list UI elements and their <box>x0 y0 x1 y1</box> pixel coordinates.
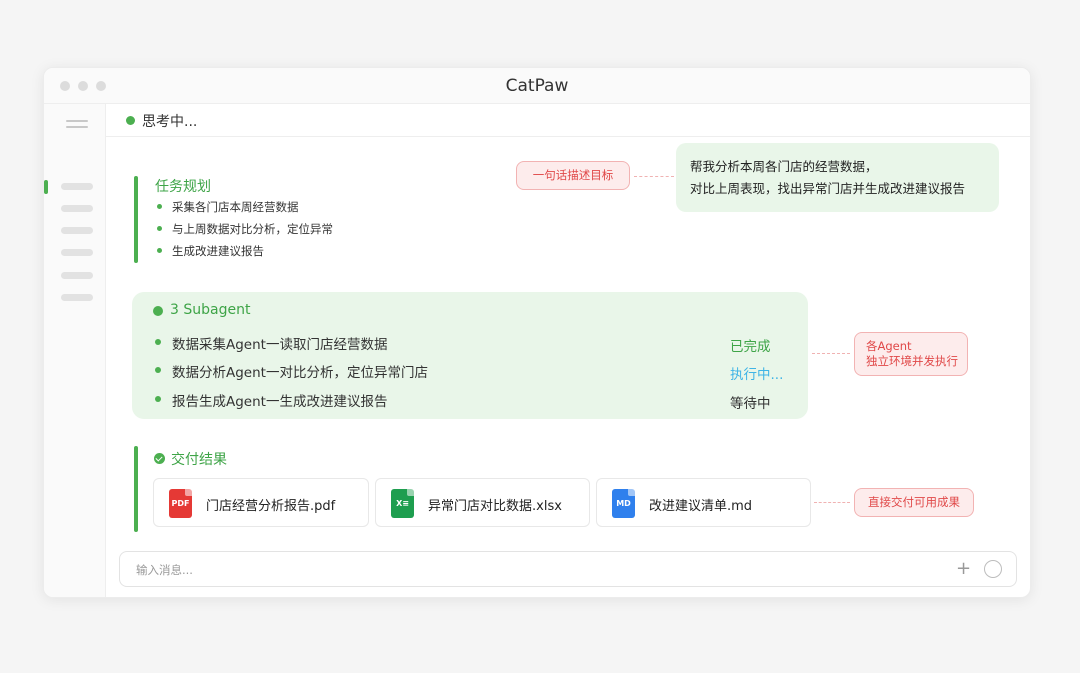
callout-connector <box>812 353 850 354</box>
subagent-row: 数据分析Agent一对比分析，定位异常门店 执行中... <box>155 359 785 383</box>
app-title: CatPaw <box>505 76 569 96</box>
pdf-file-icon: PDF <box>169 489 192 518</box>
subagent-status: 执行中... <box>730 367 784 383</box>
plan-list: 采集各门店本周经营数据 与上周数据对比分析，定位异常 生成改进建议报告 <box>155 199 333 265</box>
results-section-bar <box>134 446 138 532</box>
file-card-md[interactable]: MD 改进建议清单.md <box>596 478 811 527</box>
callout-agents: 各Agent 独立环境并发执行 <box>854 332 968 376</box>
callout-connector <box>634 176 674 177</box>
app-window: CatPaw 思考中... 任务规划 采集各门店本周经营数据 与上周数据对比分析… <box>43 67 1031 598</box>
status-bar: 思考中... <box>106 104 1030 137</box>
subagent-dot-icon <box>153 306 163 316</box>
file-card-xlsx[interactable]: X≡ 异常门店对比数据.xlsx <box>375 478 590 527</box>
user-message-bubble: 帮我分析本周各门店的经营数据， 对比上周表现，找出异常门店并生成改进建议报告 <box>676 143 999 212</box>
sidebar-active-indicator <box>44 180 48 194</box>
sidebar-item[interactable] <box>61 205 93 212</box>
check-circle-icon <box>154 453 165 464</box>
title-bar: CatPaw <box>44 68 1030 104</box>
user-message-line: 对比上周表现，找出异常门店并生成改进建议报告 <box>690 181 966 196</box>
user-message-line: 帮我分析本周各门店的经营数据， <box>690 159 878 174</box>
sidebar-item[interactable] <box>61 227 93 234</box>
callout-agents-line: 各Agent <box>866 339 912 353</box>
subagent-panel: 3 Subagent 数据采集Agent一读取门店经营数据 已完成 数据分析Ag… <box>132 292 808 419</box>
plan-item: 与上周数据对比分析，定位异常 <box>155 221 333 243</box>
plan-item: 采集各门店本周经营数据 <box>155 199 333 221</box>
sidebar-item[interactable] <box>61 272 93 279</box>
callout-connector <box>814 502 850 503</box>
message-input-box: + <box>119 551 1017 587</box>
plan-section-bar <box>134 176 138 263</box>
subagent-label: 报告生成Agent一生成改进建议报告 <box>172 394 388 410</box>
subagent-row: 报告生成Agent一生成改进建议报告 等待中 <box>155 388 785 412</box>
status-dot-icon <box>126 116 135 125</box>
sidebar <box>44 104 106 597</box>
bullet-icon <box>155 367 161 373</box>
subagent-title: 3 Subagent <box>170 302 251 318</box>
plan-item: 生成改进建议报告 <box>155 243 333 265</box>
subagent-status: 等待中 <box>730 396 771 412</box>
status-text: 思考中... <box>142 114 198 130</box>
send-circle-icon[interactable] <box>984 560 1002 578</box>
bullet-icon <box>155 396 161 402</box>
file-name: 门店经营分析报告.pdf <box>206 499 336 514</box>
file-name: 改进建议清单.md <box>649 499 753 514</box>
menu-icon[interactable] <box>66 120 88 130</box>
plus-icon[interactable]: + <box>956 559 971 579</box>
callout-goal: 一句话描述目标 <box>516 161 630 190</box>
results-title: 交付结果 <box>171 452 227 468</box>
sidebar-item[interactable] <box>61 183 93 190</box>
subagent-status: 已完成 <box>730 339 771 355</box>
plan-title: 任务规划 <box>155 179 211 195</box>
callout-agents-line: 独立环境并发执行 <box>866 354 958 368</box>
file-name: 异常门店对比数据.xlsx <box>428 499 562 514</box>
subagent-row: 数据采集Agent一读取门店经营数据 已完成 <box>155 331 785 355</box>
sidebar-item[interactable] <box>61 294 93 301</box>
subagent-label: 数据分析Agent一对比分析，定位异常门店 <box>172 365 428 381</box>
sidebar-item[interactable] <box>61 249 93 256</box>
callout-delivery: 直接交付可用成果 <box>854 488 974 517</box>
file-card-pdf[interactable]: PDF 门店经营分析报告.pdf <box>153 478 369 527</box>
markdown-file-icon: MD <box>612 489 635 518</box>
excel-file-icon: X≡ <box>391 489 414 518</box>
message-input[interactable] <box>136 560 916 580</box>
bullet-icon <box>155 339 161 345</box>
subagent-label: 数据采集Agent一读取门店经营数据 <box>172 337 388 353</box>
